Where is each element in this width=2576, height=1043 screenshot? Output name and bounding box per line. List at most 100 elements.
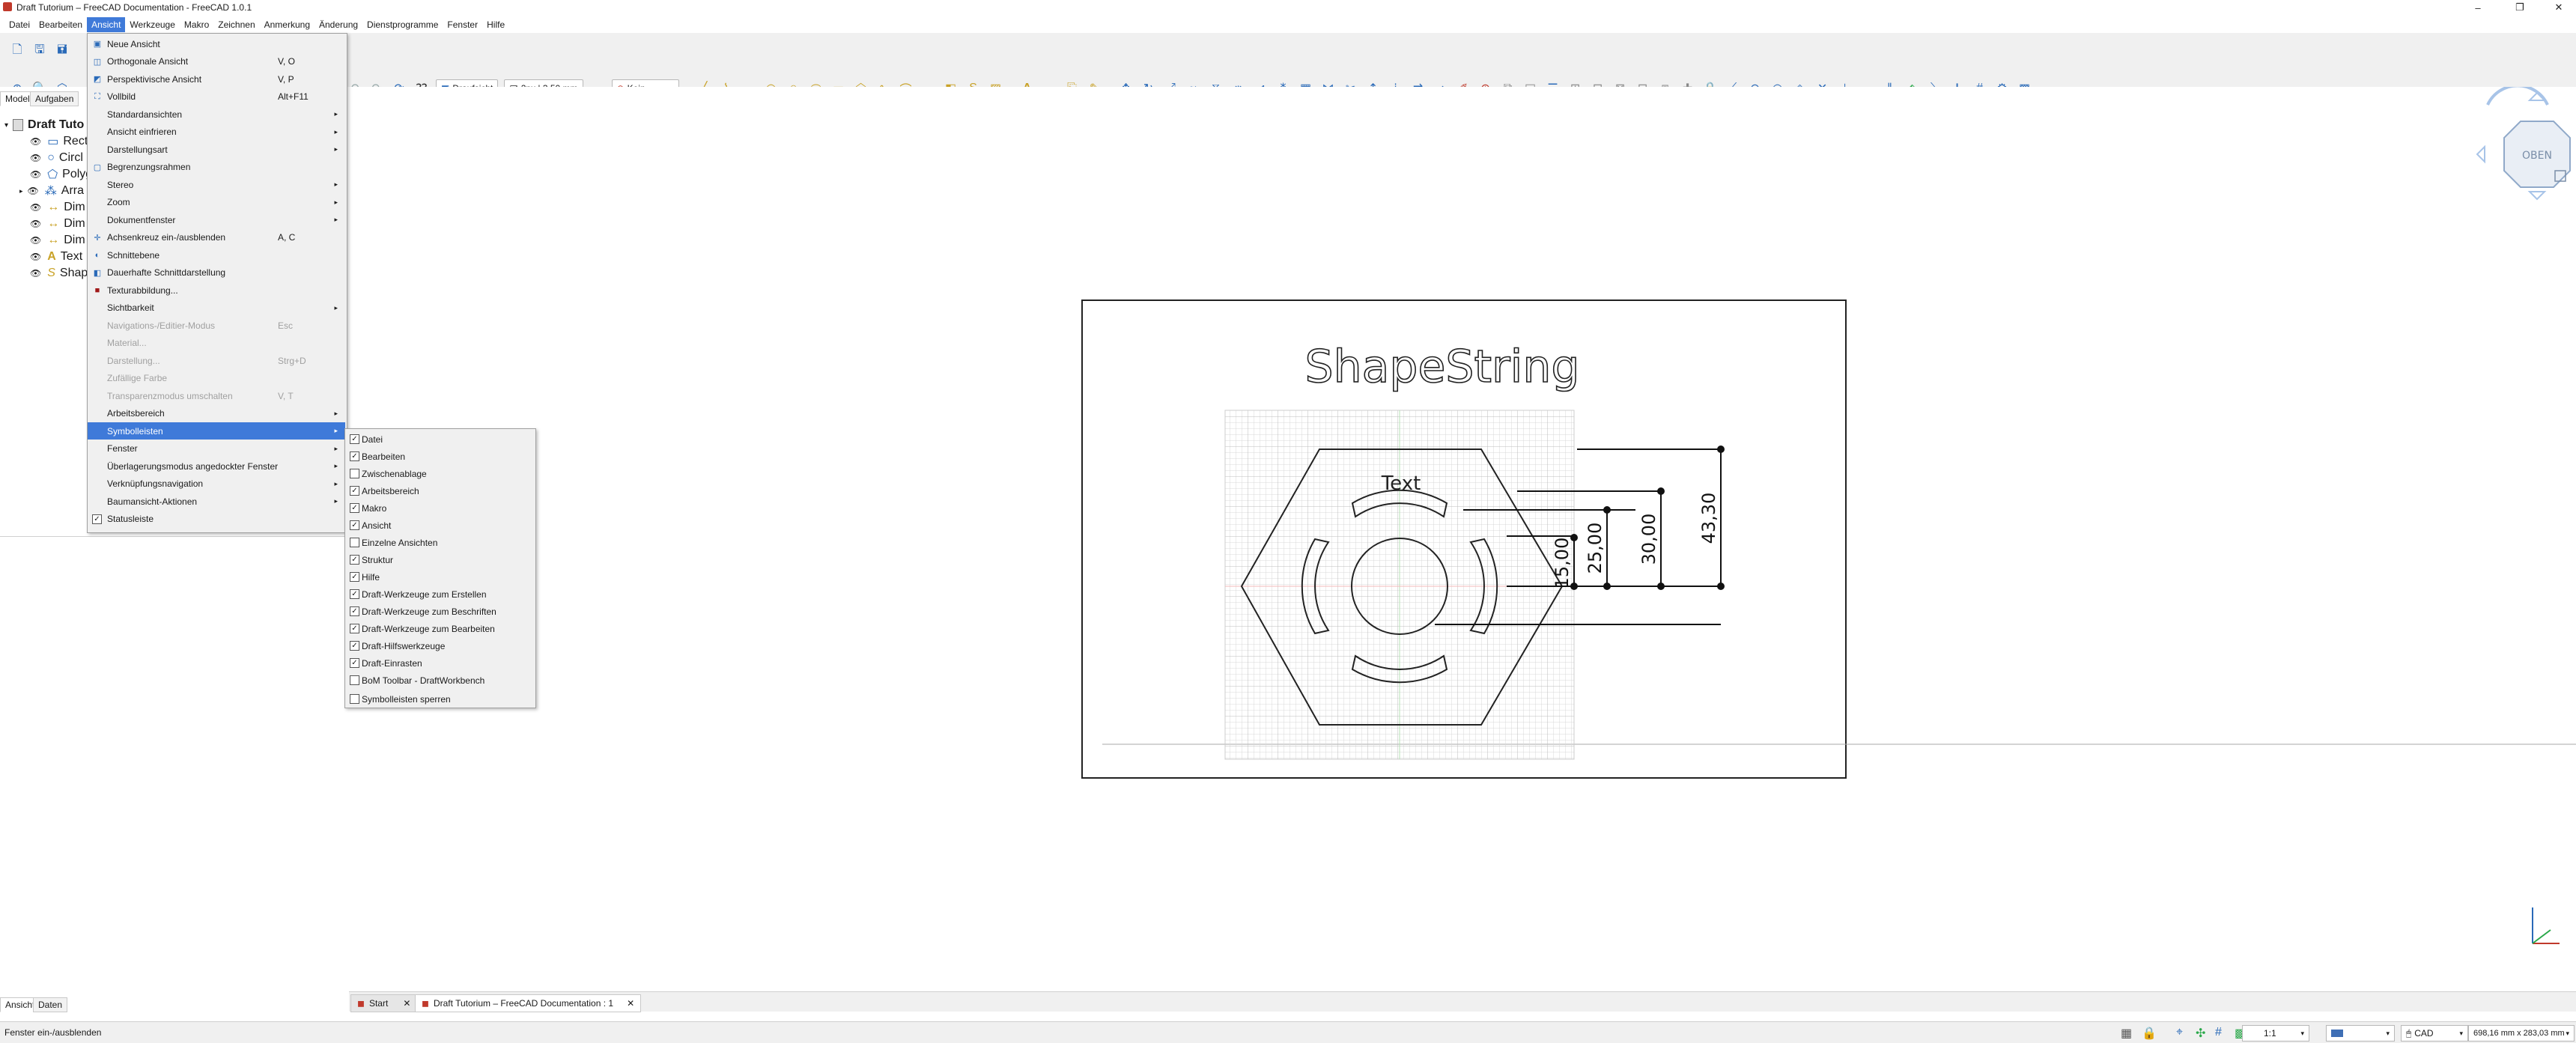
checkbox-icon[interactable]: ✓ bbox=[350, 503, 359, 513]
view-menu-item[interactable]: ◫ Orthogonale Ansicht V, O bbox=[88, 53, 345, 70]
view-menu-item[interactable]: ▣ Neue Ansicht bbox=[88, 35, 345, 52]
visibility-eye-icon[interactable]: 👁 bbox=[30, 153, 41, 163]
view-menu-item[interactable]: Überlagerungsmodus angedockter Fenster ▸ bbox=[88, 457, 345, 475]
checkbox-icon[interactable]: ✓ bbox=[350, 606, 359, 616]
construction-icon[interactable]: ✣ bbox=[2196, 1026, 2205, 1041]
menu-fenster[interactable]: Fenster bbox=[443, 17, 482, 32]
toolbar-toggle-item[interactable]: Einzelne Ansichten bbox=[345, 534, 534, 551]
navcube-rotate-arc[interactable] bbox=[2486, 87, 2549, 106]
checkbox-icon[interactable]: ✓ bbox=[350, 572, 359, 582]
restore-button[interactable]: ❐ bbox=[2503, 0, 2537, 15]
toolbar-toggle-item[interactable]: BoM Toolbar - DraftWorkbench bbox=[345, 672, 534, 689]
menu-werkzeuge[interactable]: Werkzeuge bbox=[125, 17, 179, 32]
checkbox-icon[interactable]: ✓ bbox=[350, 555, 359, 565]
checkbox-icon[interactable]: ✓ bbox=[350, 658, 359, 668]
menu-ansicht[interactable]: Ansicht bbox=[87, 17, 126, 32]
view-menu-item[interactable]: ⛶ Vollbild Alt+F11 bbox=[88, 88, 345, 106]
close-icon[interactable]: ✕ bbox=[403, 998, 410, 1009]
tree-item-circle[interactable]: 👁 ○ Circl bbox=[30, 150, 83, 166]
toolbar-toggle-item[interactable]: ✓ Arbeitsbereich bbox=[345, 482, 534, 499]
open-file-icon[interactable]: 🖫 bbox=[31, 43, 48, 59]
snap-lock-icon[interactable]: 🔒 bbox=[2142, 1026, 2157, 1041]
toolbar-toggle-item[interactable]: ✓ Draft-Hilfswerkzeuge bbox=[345, 637, 534, 654]
expand-arrow-icon[interactable]: ▸ bbox=[19, 187, 23, 195]
view-menu-item[interactable]: ✓ Statusleiste bbox=[88, 511, 345, 528]
toolbar-toggle-item[interactable]: ✓ Ansicht bbox=[345, 517, 534, 534]
panel-splitter[interactable] bbox=[0, 536, 349, 537]
tree-root-row[interactable]: ▾ Draft Tuto bbox=[0, 117, 84, 133]
dimension-readout[interactable]: 698,16 mm x 283,03 mm ▾ bbox=[2468, 1025, 2575, 1042]
view-menu-item[interactable]: Baumansicht-Aktionen ▸ bbox=[88, 493, 345, 510]
save-file-icon[interactable]: 🖬 bbox=[54, 43, 70, 59]
tree-item-dimension[interactable]: 👁 ↔ Dim bbox=[30, 232, 85, 249]
visibility-eye-icon[interactable]: 👁 bbox=[30, 202, 41, 213]
visibility-eye-icon[interactable]: 👁 bbox=[30, 136, 41, 147]
view-menu-item[interactable]: ◐ Schnittebene bbox=[88, 246, 345, 264]
tree-item-polygon[interactable]: 👁 ⬠ Polyg bbox=[30, 166, 92, 183]
snap-settings-icon[interactable]: ⌖ bbox=[2176, 1026, 2183, 1039]
visibility-eye-icon[interactable]: 👁 bbox=[30, 169, 41, 180]
view-menu-item[interactable]: ▢ Begrenzungsrahmen bbox=[88, 159, 345, 176]
visibility-eye-icon[interactable]: 👁 bbox=[30, 268, 41, 279]
view-menu-item[interactable]: Symbolleisten ▸ bbox=[88, 422, 345, 440]
visibility-eye-icon[interactable]: 👁 bbox=[30, 252, 41, 262]
view-menu-item[interactable]: Arbeitsbereich ▸ bbox=[88, 405, 345, 422]
checkbox-icon[interactable] bbox=[350, 675, 359, 685]
menu-hilfe[interactable]: Hilfe bbox=[482, 17, 509, 32]
tree-item-array[interactable]: ▸ 👁 ⁂ Arra bbox=[19, 183, 84, 199]
scale-combo[interactable]: 1:1 ▾ bbox=[2242, 1025, 2309, 1042]
view-menu-item[interactable]: Zoom ▸ bbox=[88, 194, 345, 211]
minimize-button[interactable]: – bbox=[2461, 0, 2495, 15]
checkbox-icon[interactable]: ✓ bbox=[350, 589, 359, 599]
tree-item-dimension[interactable]: 👁 ↔ Dim bbox=[30, 216, 85, 232]
menu-datei[interactable]: Datei bbox=[4, 17, 34, 32]
toolbar-toggle-item[interactable]: ✓ Draft-Einrasten bbox=[345, 654, 534, 672]
toolbar-toggle-item[interactable]: ✓ Draft-Werkzeuge zum Beschriften bbox=[345, 603, 534, 620]
view-menu-item[interactable]: Verknüpfungsnavigation ▸ bbox=[88, 475, 345, 493]
navigation-style-combo[interactable]: 🖱 CAD ▾ bbox=[2401, 1025, 2468, 1042]
new-file-icon[interactable]: 🗋 bbox=[9, 43, 25, 59]
view-menu-item[interactable]: ✛ Achsenkreuz ein-/ausblenden A, C bbox=[88, 229, 345, 246]
checkbox-icon[interactable]: ✓ bbox=[350, 486, 359, 496]
view-menu-item[interactable]: ■ Texturabbildung... bbox=[88, 282, 345, 299]
checkbox-icon[interactable]: ✓ bbox=[350, 520, 359, 530]
close-button[interactable]: ✕ bbox=[2542, 0, 2576, 15]
view-menu-item[interactable]: Darstellungsart ▸ bbox=[88, 141, 345, 158]
visibility-eye-icon[interactable]: 👁 bbox=[30, 219, 41, 229]
navigation-cube[interactable]: OBEN bbox=[2476, 87, 2576, 201]
toolbar-toggle-item[interactable]: ✓ Hilfe bbox=[345, 568, 534, 586]
menu-anmerkung[interactable]: Anmerkung bbox=[260, 17, 315, 32]
view-menu-item[interactable]: Ansicht einfrieren ▸ bbox=[88, 124, 345, 141]
tree-item-rectangle[interactable]: 👁 ▭ Rect bbox=[30, 133, 88, 150]
toolbar-toggle-item[interactable]: ✓ Draft-Werkzeuge zum Bearbeiten bbox=[345, 620, 534, 637]
checkbox-icon[interactable]: ✓ bbox=[92, 514, 102, 524]
expand-arrow-icon[interactable]: ▾ bbox=[4, 121, 8, 130]
tree-item-dimension[interactable]: 👁 ↔ Dim bbox=[30, 199, 85, 216]
grid-icon[interactable]: # bbox=[2215, 1026, 2222, 1039]
view-style-combo[interactable]: ▾ bbox=[2326, 1025, 2395, 1042]
checkbox-icon[interactable]: ✓ bbox=[350, 451, 359, 461]
view-menu-item[interactable]: Sichtbarkeit ▸ bbox=[88, 299, 345, 317]
view-menu-item[interactable]: ◧ Dauerhafte Schnittdarstellung bbox=[88, 264, 345, 282]
view-menu-item[interactable]: Stereo ▸ bbox=[88, 176, 345, 193]
toolbar-toggle-item[interactable]: Symbolleisten sperren bbox=[345, 690, 534, 708]
checkbox-icon[interactable]: ✓ bbox=[350, 434, 359, 444]
menu-dienstprogramme[interactable]: Dienstprogramme bbox=[362, 17, 443, 32]
toolbar-toggle-item[interactable]: ✓ Draft-Werkzeuge zum Erstellen bbox=[345, 586, 534, 603]
visibility-eye-icon[interactable]: 👁 bbox=[28, 186, 39, 196]
toolbar-toggle-item[interactable]: ✓ Bearbeiten bbox=[345, 448, 534, 465]
checkbox-icon[interactable]: ✓ bbox=[350, 641, 359, 651]
navcube-left-arrow[interactable] bbox=[2476, 145, 2485, 164]
menu-bearbeiten[interactable]: Bearbeiten bbox=[34, 17, 87, 32]
checkbox-icon[interactable] bbox=[350, 469, 359, 478]
tree-item-shapestring[interactable]: 👁 S Shap bbox=[30, 265, 88, 282]
view-menu-item[interactable]: Standardansichten ▸ bbox=[88, 106, 345, 123]
navcube-down-arrow[interactable] bbox=[2527, 191, 2547, 201]
3d-view[interactable]: ShapeString Text 15,00 25,00 30,00 43,30… bbox=[349, 87, 2576, 991]
toolbar-toggle-item[interactable]: ✓ Makro bbox=[345, 499, 534, 517]
view-menu-item[interactable]: Fenster ▸ bbox=[88, 440, 345, 457]
doc-tab-draft[interactable]: ◼ Draft Tutorium – FreeCAD Documentation… bbox=[415, 994, 642, 1012]
tab-aufgaben[interactable]: Aufgaben bbox=[30, 91, 79, 106]
checkbox-icon[interactable] bbox=[350, 694, 359, 704]
view-menu-item[interactable]: Dokumentfenster ▸ bbox=[88, 211, 345, 228]
